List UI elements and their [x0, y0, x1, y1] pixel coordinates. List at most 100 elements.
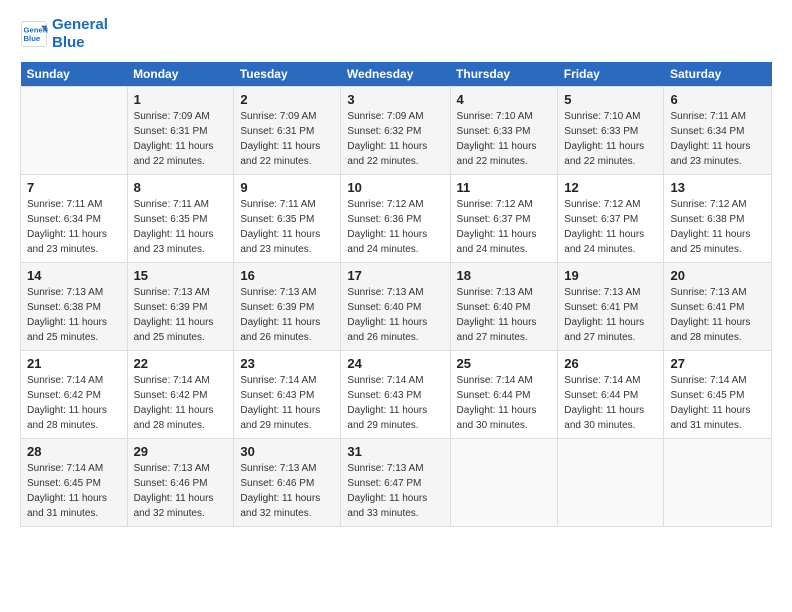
day-info: Sunrise: 7:13 AM Sunset: 6:40 PM Dayligh… — [457, 285, 552, 345]
day-cell: 8 Sunrise: 7:11 AM Sunset: 6:35 PM Daylig… — [127, 175, 234, 263]
week-row-5: 28 Sunrise: 7:14 AM Sunset: 6:45 PM Dayli… — [21, 439, 772, 527]
day-number: 4 — [457, 92, 552, 107]
day-info: Sunrise: 7:12 AM Sunset: 6:37 PM Dayligh… — [564, 197, 657, 257]
day-number: 22 — [134, 356, 228, 371]
day-cell: 3Sunrise: 7:09 AM Sunset: 6:32 PM Daylig… — [341, 87, 450, 175]
week-row-3: 14 Sunrise: 7:13 AM Sunset: 6:38 PM Dayli… — [21, 263, 772, 351]
page-header: General Blue General Blue — [20, 16, 772, 52]
day-info: Sunrise: 7:14 AM Sunset: 6:44 PM Dayligh… — [564, 373, 657, 433]
day-number: 19 — [564, 268, 657, 283]
day-info: Sunrise: 7:12 AM Sunset: 6:38 PM Dayligh… — [670, 197, 765, 257]
calendar-header-row: SundayMondayTuesdayWednesdayThursdayFrid… — [21, 62, 772, 87]
day-number: 28 — [27, 444, 121, 459]
day-cell: 17 Sunrise: 7:13 AM Sunset: 6:40 PM Dayli… — [341, 263, 450, 351]
day-cell: 4 Sunrise: 7:10 AM Sunset: 6:33 PM Daylig… — [450, 87, 558, 175]
day-cell: 15 Sunrise: 7:13 AM Sunset: 6:39 PM Dayli… — [127, 263, 234, 351]
day-info: Sunrise: 7:14 AM Sunset: 6:42 PM Dayligh… — [27, 373, 121, 433]
logo: General Blue General Blue — [20, 16, 108, 52]
day-cell — [450, 439, 558, 527]
day-cell: 5 Sunrise: 7:10 AM Sunset: 6:33 PM Daylig… — [558, 87, 664, 175]
header-friday: Friday — [558, 62, 664, 87]
day-info: Sunrise: 7:13 AM Sunset: 6:41 PM Dayligh… — [564, 285, 657, 345]
day-info: Sunrise: 7:13 AM Sunset: 6:41 PM Dayligh… — [670, 285, 765, 345]
day-info: Sunrise: 7:10 AM Sunset: 6:33 PM Dayligh… — [564, 109, 657, 169]
day-info: Sunrise: 7:13 AM Sunset: 6:39 PM Dayligh… — [134, 285, 228, 345]
day-number: 23 — [240, 356, 334, 371]
day-number: 20 — [670, 268, 765, 283]
day-info: Sunrise: 7:14 AM Sunset: 6:43 PM Dayligh… — [240, 373, 334, 433]
day-number: 8 — [134, 180, 228, 195]
day-cell: 1 Sunrise: 7:09 AM Sunset: 6:31 PM Daylig… — [127, 87, 234, 175]
logo-text: General Blue — [52, 16, 108, 52]
day-info: Sunrise: 7:09 AM Sunset: 6:32 PM Dayligh… — [347, 109, 443, 169]
day-info: Sunrise: 7:10 AM Sunset: 6:33 PM Dayligh… — [457, 109, 552, 169]
day-cell: 28 Sunrise: 7:14 AM Sunset: 6:45 PM Dayli… — [21, 439, 128, 527]
day-number: 6 — [670, 92, 765, 107]
day-info: Sunrise: 7:14 AM Sunset: 6:42 PM Dayligh… — [134, 373, 228, 433]
header-sunday: Sunday — [21, 62, 128, 87]
day-cell: 25 Sunrise: 7:14 AM Sunset: 6:44 PM Dayli… — [450, 351, 558, 439]
calendar-table: SundayMondayTuesdayWednesdayThursdayFrid… — [20, 62, 772, 527]
day-info: Sunrise: 7:11 AM Sunset: 6:34 PM Dayligh… — [27, 197, 121, 257]
day-info: Sunrise: 7:13 AM Sunset: 6:40 PM Dayligh… — [347, 285, 443, 345]
day-info: Sunrise: 7:13 AM Sunset: 6:46 PM Dayligh… — [240, 461, 334, 521]
day-number: 1 — [134, 92, 228, 107]
day-info: Sunrise: 7:09 AM Sunset: 6:31 PM Dayligh… — [240, 109, 334, 169]
day-cell: 10 Sunrise: 7:12 AM Sunset: 6:36 PM Dayli… — [341, 175, 450, 263]
header-thursday: Thursday — [450, 62, 558, 87]
day-number: 31 — [347, 444, 443, 459]
day-number: 25 — [457, 356, 552, 371]
day-info: Sunrise: 7:13 AM Sunset: 6:38 PM Dayligh… — [27, 285, 121, 345]
day-number: 21 — [27, 356, 121, 371]
day-info: Sunrise: 7:09 AM Sunset: 6:31 PM Dayligh… — [134, 109, 228, 169]
header-saturday: Saturday — [664, 62, 772, 87]
day-cell: 29Sunrise: 7:13 AM Sunset: 6:46 PM Dayli… — [127, 439, 234, 527]
day-number: 10 — [347, 180, 443, 195]
header-tuesday: Tuesday — [234, 62, 341, 87]
day-cell: 9 Sunrise: 7:11 AM Sunset: 6:35 PM Daylig… — [234, 175, 341, 263]
day-cell: 23 Sunrise: 7:14 AM Sunset: 6:43 PM Dayli… — [234, 351, 341, 439]
day-cell: 6 Sunrise: 7:11 AM Sunset: 6:34 PM Daylig… — [664, 87, 772, 175]
day-number: 17 — [347, 268, 443, 283]
header-monday: Monday — [127, 62, 234, 87]
day-cell — [21, 87, 128, 175]
day-number: 14 — [27, 268, 121, 283]
day-number: 9 — [240, 180, 334, 195]
day-cell: 22 Sunrise: 7:14 AM Sunset: 6:42 PM Dayli… — [127, 351, 234, 439]
day-cell: 11 Sunrise: 7:12 AM Sunset: 6:37 PM Dayli… — [450, 175, 558, 263]
logo-icon: General Blue — [20, 20, 48, 48]
day-cell: 19 Sunrise: 7:13 AM Sunset: 6:41 PM Dayli… — [558, 263, 664, 351]
day-cell: 21 Sunrise: 7:14 AM Sunset: 6:42 PM Dayli… — [21, 351, 128, 439]
day-number: 29 — [134, 444, 228, 459]
day-info: Sunrise: 7:14 AM Sunset: 6:45 PM Dayligh… — [27, 461, 121, 521]
day-info: Sunrise: 7:13 AM Sunset: 6:39 PM Dayligh… — [240, 285, 334, 345]
day-number: 30 — [240, 444, 334, 459]
day-number: 11 — [457, 180, 552, 195]
day-cell: 26 Sunrise: 7:14 AM Sunset: 6:44 PM Dayli… — [558, 351, 664, 439]
day-number: 7 — [27, 180, 121, 195]
day-cell: 7 Sunrise: 7:11 AM Sunset: 6:34 PM Daylig… — [21, 175, 128, 263]
day-number: 15 — [134, 268, 228, 283]
day-cell: 27Sunrise: 7:14 AM Sunset: 6:45 PM Dayli… — [664, 351, 772, 439]
day-number: 12 — [564, 180, 657, 195]
day-number: 27 — [670, 356, 765, 371]
day-number: 5 — [564, 92, 657, 107]
day-info: Sunrise: 7:11 AM Sunset: 6:35 PM Dayligh… — [134, 197, 228, 257]
day-number: 2 — [240, 92, 334, 107]
day-info: Sunrise: 7:11 AM Sunset: 6:34 PM Dayligh… — [670, 109, 765, 169]
day-info: Sunrise: 7:12 AM Sunset: 6:36 PM Dayligh… — [347, 197, 443, 257]
day-number: 24 — [347, 356, 443, 371]
day-info: Sunrise: 7:11 AM Sunset: 6:35 PM Dayligh… — [240, 197, 334, 257]
day-info: Sunrise: 7:13 AM Sunset: 6:47 PM Dayligh… — [347, 461, 443, 521]
day-cell: 20 Sunrise: 7:13 AM Sunset: 6:41 PM Dayli… — [664, 263, 772, 351]
day-info: Sunrise: 7:12 AM Sunset: 6:37 PM Dayligh… — [457, 197, 552, 257]
day-cell: 31 Sunrise: 7:13 AM Sunset: 6:47 PM Dayli… — [341, 439, 450, 527]
day-number: 26 — [564, 356, 657, 371]
week-row-4: 21 Sunrise: 7:14 AM Sunset: 6:42 PM Dayli… — [21, 351, 772, 439]
week-row-2: 7 Sunrise: 7:11 AM Sunset: 6:34 PM Daylig… — [21, 175, 772, 263]
day-info: Sunrise: 7:14 AM Sunset: 6:43 PM Dayligh… — [347, 373, 443, 433]
day-info: Sunrise: 7:14 AM Sunset: 6:44 PM Dayligh… — [457, 373, 552, 433]
day-cell — [664, 439, 772, 527]
day-number: 18 — [457, 268, 552, 283]
day-cell: 14 Sunrise: 7:13 AM Sunset: 6:38 PM Dayli… — [21, 263, 128, 351]
